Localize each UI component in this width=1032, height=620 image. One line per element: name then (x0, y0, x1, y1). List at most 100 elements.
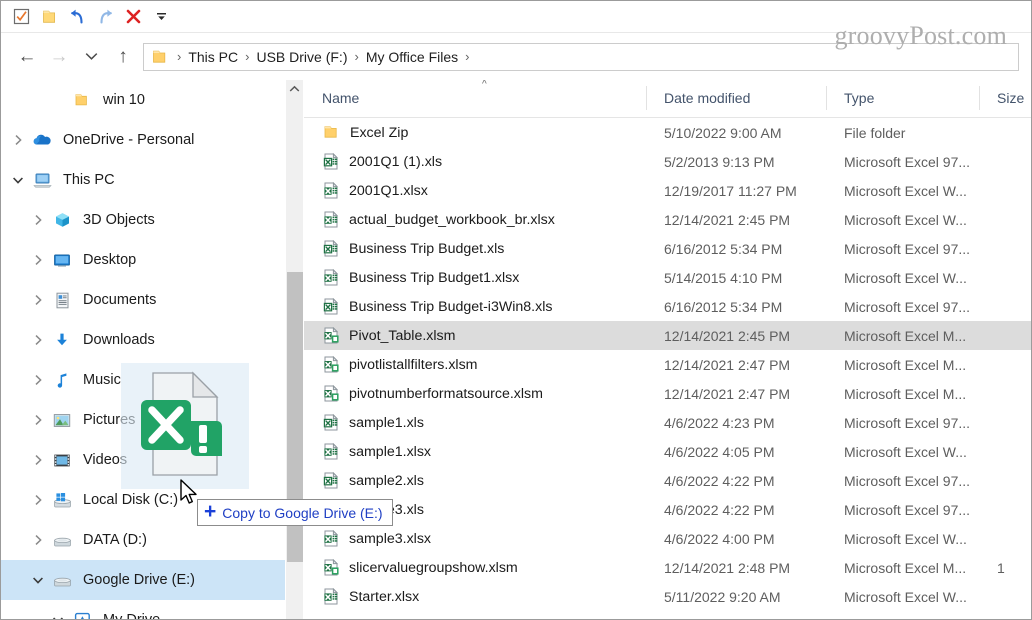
column-header-name[interactable]: Name ^ (304, 80, 646, 117)
nav-tree-item-my-drive[interactable]: My Drive (1, 600, 285, 620)
tree-expander-collapsed[interactable] (27, 480, 49, 520)
file-name-label: sample1.xlsx (340, 444, 431, 460)
file-name-label: pivotlistallfilters.xlsm (340, 357, 478, 373)
new-folder-icon[interactable] (36, 5, 62, 29)
file-list-row[interactable]: 2001Q1 (1).xls5/2/2013 9:13 PMMicrosoft … (304, 147, 1032, 176)
tree-expander-expanded[interactable] (27, 560, 49, 600)
file-list-row[interactable]: slicervaluegroupshow.xlsm12/14/2021 2:48… (304, 553, 1032, 582)
tree-expander-collapsed[interactable] (7, 120, 29, 160)
file-name-cell: Business Trip Budget1.xlsx (304, 269, 646, 287)
column-header-date-modified[interactable]: Date modified (646, 80, 826, 117)
undo-icon[interactable] (64, 5, 90, 29)
drive-icon (53, 532, 72, 548)
nav-tree-item-downloads[interactable]: Downloads (1, 320, 285, 360)
redo-icon[interactable] (92, 5, 118, 29)
xlsm-icon (323, 356, 340, 374)
file-type-cell: Microsoft Excel M... (826, 560, 979, 576)
properties-icon[interactable] (8, 5, 34, 29)
nav-tree-item-label: Local Disk (C:) (75, 492, 178, 508)
file-list-row[interactable]: Excel Zip5/10/2022 9:00 AMFile folder (304, 118, 1032, 147)
file-date-modified-cell: 5/10/2022 9:00 AM (646, 125, 826, 141)
videos-icon (53, 453, 71, 468)
file-list-row[interactable]: sample1.xls4/6/2022 4:23 PMMicrosoft Exc… (304, 408, 1032, 437)
breadcrumb-separator[interactable]: › (238, 49, 256, 64)
file-list-row[interactable]: Business Trip Budget.xls6/16/2012 5:34 P… (304, 234, 1032, 263)
file-type-cell: Microsoft Excel W... (826, 589, 979, 605)
file-list-row[interactable]: Pivot_Table.xlsm12/14/2021 2:45 PMMicros… (304, 321, 1032, 350)
file-list-row[interactable]: pivotnumberformatsource.xlsm12/14/2021 2… (304, 379, 1032, 408)
scroll-up-button[interactable] (286, 80, 303, 98)
file-name-cell: sample1.xls (304, 414, 646, 432)
xlsm-icon (323, 385, 340, 403)
nav-tree-item-this-pc[interactable]: This PC (1, 160, 285, 200)
file-list-row[interactable]: sample2.xls4/6/2022 4:22 PMMicrosoft Exc… (304, 466, 1032, 495)
file-list-row[interactable]: actual_budget_workbook_br.xlsx12/14/2021… (304, 205, 1032, 234)
back-button[interactable]: ← (11, 41, 43, 73)
nav-tree-item-win-10[interactable]: win 10 (1, 80, 285, 120)
recent-locations-button[interactable] (75, 41, 107, 73)
breadcrumb-separator[interactable]: › (347, 49, 365, 64)
nav-tree-item-onedrive-personal[interactable]: OneDrive - Personal (1, 120, 285, 160)
onedrive-icon (29, 133, 55, 147)
nav-tree-item-google-drive-e[interactable]: Google Drive (E:) (1, 560, 285, 600)
breadcrumb-separator[interactable]: › (458, 49, 476, 64)
tree-expander-collapsed[interactable] (27, 360, 49, 400)
tree-expander-collapsed[interactable] (27, 400, 49, 440)
nav-tree-item-desktop[interactable]: Desktop (1, 240, 285, 280)
file-list-row[interactable]: pivotlistallfilters.xlsm12/14/2021 2:47 … (304, 350, 1032, 379)
nav-tree-item-pictures[interactable]: Pictures (1, 400, 285, 440)
column-header-size[interactable]: Size (979, 80, 1032, 117)
file-list-row[interactable]: Business Trip Budget1.xlsx5/14/2015 4:10… (304, 263, 1032, 292)
file-date-modified-cell: 12/19/2017 11:27 PM (646, 183, 826, 199)
file-type-cell: Microsoft Excel 97... (826, 502, 979, 518)
xlsm-icon (323, 356, 340, 374)
nav-tree-item-documents[interactable]: Documents (1, 280, 285, 320)
breadcrumb-item-usb-drive[interactable]: USB Drive (F:) (256, 49, 347, 65)
tree-expander-collapsed[interactable] (27, 280, 49, 320)
breadcrumb-item-my-office-files[interactable]: My Office Files (366, 49, 458, 65)
tree-expander-collapsed[interactable] (27, 440, 49, 480)
nav-tree-item-music[interactable]: Music (1, 360, 285, 400)
chevron-up-icon (289, 85, 300, 93)
xlsx-icon (323, 588, 340, 606)
forward-button[interactable]: → (43, 41, 75, 73)
tree-expander-expanded[interactable] (47, 600, 69, 620)
nav-tree-item-3d-objects[interactable]: 3D Objects (1, 200, 285, 240)
xls-icon (323, 414, 340, 432)
nav-tree-item-label: Documents (75, 292, 156, 308)
file-name-cell: 2001Q1.xlsx (304, 182, 646, 200)
file-date-modified-cell: 12/14/2021 2:45 PM (646, 328, 826, 344)
up-button[interactable]: ↑ (107, 41, 139, 73)
file-explorer-window: groovyPost.com ← → ↑ › This PC › USB Dri… (0, 0, 1032, 620)
file-list-row[interactable]: sample3.xls4/6/2022 4:22 PMMicrosoft Exc… (304, 495, 1032, 524)
xlsx-icon (323, 269, 340, 287)
nav-tree-item-videos[interactable]: Videos (1, 440, 285, 480)
xlsx-icon (323, 182, 340, 200)
drag-drop-tooltip: + Copy to Google Drive (E:) (197, 499, 393, 526)
documents-icon (49, 292, 75, 309)
file-list-row[interactable]: 2001Q1.xlsx12/19/2017 11:27 PMMicrosoft … (304, 176, 1032, 205)
tree-expander-collapsed[interactable] (27, 200, 49, 240)
tree-expander-collapsed[interactable] (27, 520, 49, 560)
file-list-row[interactable]: sample3.xlsx4/6/2022 4:00 PMMicrosoft Ex… (304, 524, 1032, 553)
navigation-pane-scrollbar[interactable] (285, 80, 303, 620)
file-list-row[interactable]: Starter.xlsx5/11/2022 9:20 AMMicrosoft E… (304, 582, 1032, 611)
nav-tree-item-data-d[interactable]: DATA (D:) (1, 520, 285, 560)
file-name-label: Business Trip Budget-i3Win8.xls (340, 299, 552, 315)
file-list-row[interactable]: sample1.xlsx4/6/2022 4:05 PMMicrosoft Ex… (304, 437, 1032, 466)
column-header-type[interactable]: Type (826, 80, 979, 117)
sort-ascending-icon: ^ (482, 80, 487, 90)
file-name-label: actual_budget_workbook_br.xlsx (340, 212, 555, 228)
tree-expander-collapsed[interactable] (27, 240, 49, 280)
breadcrumb-item-this-pc[interactable]: This PC (188, 49, 238, 65)
chevron-right-icon (34, 294, 43, 306)
chevron-down-icon[interactable] (148, 5, 174, 29)
file-date-modified-cell: 4/6/2022 4:05 PM (646, 444, 826, 460)
tree-expander-expanded[interactable] (7, 160, 29, 200)
delete-icon[interactable] (120, 5, 146, 29)
file-name-cell: slicervaluegroupshow.xlsm (304, 559, 646, 577)
breadcrumb-separator[interactable]: › (170, 49, 188, 64)
tree-expander-collapsed[interactable] (27, 320, 49, 360)
file-list-row[interactable]: Business Trip Budget-i3Win8.xls6/16/2012… (304, 292, 1032, 321)
downloads-icon (54, 332, 70, 348)
